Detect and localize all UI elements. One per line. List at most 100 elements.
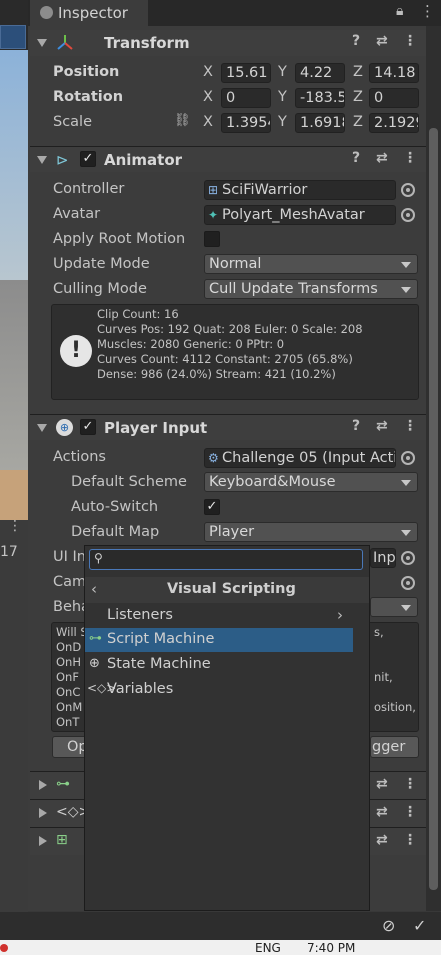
preset-icon[interactable]: ⇄ (376, 832, 388, 848)
object-picker-icon[interactable] (401, 451, 415, 465)
component-menu-icon[interactable]: ⋮ (403, 33, 417, 49)
fold-arrow-icon[interactable] (37, 39, 47, 47)
scene-view-strip (0, 0, 28, 912)
info-line: osition, (374, 700, 416, 714)
axis-x-label: X (203, 64, 213, 80)
object-picker-icon[interactable] (401, 208, 415, 222)
info-icon: ! (60, 335, 92, 367)
component-menu-icon[interactable]: ⋮ (403, 804, 417, 820)
script-machine-icon: ⊶ (56, 776, 70, 792)
fold-arrow-icon[interactable] (39, 780, 47, 790)
default-scheme-dropdown[interactable]: Keyboard&Mouse (204, 472, 418, 492)
position-y-field[interactable]: 4.22 (295, 63, 345, 83)
transform-header[interactable]: Transform ? ⇄ ⋮ (30, 30, 426, 56)
scale-x-field[interactable]: 1.3954 (221, 113, 271, 133)
scrollbar-thumb[interactable] (429, 128, 438, 890)
animator-icon: ⊳ (56, 151, 69, 169)
scale-z-field[interactable]: 2.1929 (369, 113, 419, 133)
controller-field[interactable]: ⊞ SciFiWarrior (204, 180, 396, 200)
axis-z-label: Z (353, 64, 363, 80)
fold-arrow-icon[interactable] (37, 424, 47, 432)
back-arrow-icon[interactable]: ‹ (91, 580, 97, 598)
search-icon: ⚲ (94, 551, 103, 565)
scale-y-field[interactable]: 1.6918 (295, 113, 345, 133)
component-menu-icon[interactable]: ⋮ (403, 418, 417, 434)
notification-icon[interactable] (0, 944, 8, 952)
left-panel-number: 17 (0, 544, 18, 560)
player-input-enabled-checkbox[interactable]: ✓ (80, 419, 96, 435)
preset-icon[interactable]: ⇄ (376, 418, 388, 434)
position-x-field[interactable]: 15.61 (221, 63, 271, 83)
animator-header[interactable]: ⊳ ✓ Animator ? ⇄ ⋮ (30, 146, 426, 172)
component-menu-icon[interactable]: ⋮ (403, 150, 417, 166)
apply-root-motion-label: Apply Root Motion (53, 231, 186, 247)
default-scheme-label: Default Scheme (71, 474, 187, 490)
menu-item-state-machine[interactable]: ⊕ State Machine (85, 653, 353, 677)
component-menu-icon[interactable]: ⋮ (403, 832, 417, 848)
help-icon[interactable]: ? (352, 33, 360, 49)
player-input-header[interactable]: ⊕ ✓ Player Input ? ⇄ ⋮ (30, 414, 426, 440)
lock-icon[interactable]: 🔒︎ (396, 3, 403, 19)
help-icon[interactable]: ? (352, 418, 360, 434)
auto-switch-label: Auto-Switch (71, 499, 159, 515)
animator-enabled-checkbox[interactable]: ✓ (80, 151, 96, 167)
preset-icon[interactable]: ⇄ (376, 776, 388, 792)
behavior-dropdown[interactable] (370, 597, 418, 617)
apply-root-motion-checkbox[interactable] (204, 231, 220, 247)
fold-arrow-icon[interactable] (39, 808, 47, 818)
axis-y-label: Y (278, 114, 287, 130)
scene-toolbar-dropdown[interactable] (0, 25, 26, 49)
tab-menu-icon[interactable]: ⋮ (420, 2, 435, 20)
menu-item-listeners[interactable]: Listeners › (85, 604, 353, 628)
object-picker-icon[interactable] (401, 576, 415, 590)
auto-switch-checkbox[interactable]: ✓ (204, 499, 220, 515)
preset-icon[interactable]: ⇄ (376, 150, 388, 166)
script-machine-icon: ⊶ (89, 631, 102, 646)
collaborate-icon[interactable]: ✓ (413, 916, 426, 935)
rotation-label: Rotation (53, 89, 124, 105)
object-picker-icon[interactable] (401, 551, 415, 565)
constrain-proportions-icon[interactable]: ⛓ (174, 113, 191, 128)
rotation-z-field[interactable]: 0 (369, 88, 419, 108)
debug-mode-icon[interactable]: ⊘ (382, 916, 395, 935)
default-map-dropdown[interactable]: Player (204, 522, 418, 542)
info-line: Muscles: 2080 Generic: 0 PPtr: 0 (97, 337, 285, 351)
language-indicator[interactable]: ENG (255, 941, 281, 955)
fold-arrow-icon[interactable] (39, 836, 47, 846)
rotation-y-field[interactable]: -183.5 (295, 88, 345, 108)
update-mode-dropdown[interactable]: Normal (204, 254, 418, 274)
menu-item-script-machine[interactable]: ⊶ Script Machine (85, 628, 353, 652)
windows-taskbar (0, 940, 441, 955)
left-panel-menu-icon[interactable]: ⋮ (8, 518, 22, 534)
scene-panel-bg (0, 520, 28, 912)
preset-icon[interactable]: ⇄ (376, 33, 388, 49)
transform-title: Transform (104, 34, 190, 52)
axis-x-label: X (203, 89, 213, 105)
search-input[interactable] (89, 549, 363, 570)
avatar-value: Polyart_MeshAvatar (222, 207, 365, 223)
culling-mode-value: Cull Update Transforms (209, 281, 378, 297)
ui-input-field[interactable]: Inp (370, 548, 396, 568)
info-line: OnC (56, 685, 81, 699)
chevron-down-icon (401, 605, 411, 611)
menu-item-variables[interactable]: <◇> Variables (85, 678, 353, 702)
preset-icon[interactable]: ⇄ (376, 804, 388, 820)
actions-field[interactable]: ⚙ Challenge 05 (Input Acti (204, 448, 396, 468)
axis-x-label: X (203, 114, 213, 130)
component-menu-icon[interactable]: ⋮ (403, 776, 417, 792)
culling-mode-dropdown[interactable]: Cull Update Transforms (204, 279, 418, 299)
fold-arrow-icon[interactable] (37, 156, 47, 164)
help-icon[interactable]: ? (352, 150, 360, 166)
position-z-field[interactable]: 14.18 (369, 63, 419, 83)
object-picker-icon[interactable] (401, 183, 415, 197)
avatar-field[interactable]: ✦ Polyart_MeshAvatar (204, 205, 396, 225)
open-input-debugger-button[interactable]: gger (370, 736, 419, 758)
rotation-x-field[interactable]: 0 (221, 88, 271, 108)
info-line: Curves Count: 4112 Constant: 2705 (65.8%… (97, 352, 353, 366)
menu-item-label: Variables (107, 681, 174, 697)
popup-title: Visual Scripting (167, 581, 296, 597)
axis-z-label: Z (353, 89, 363, 105)
chevron-down-icon (401, 530, 411, 536)
clock[interactable]: 7:40 PM (307, 941, 355, 955)
menu-item-label: Script Machine (107, 631, 215, 647)
